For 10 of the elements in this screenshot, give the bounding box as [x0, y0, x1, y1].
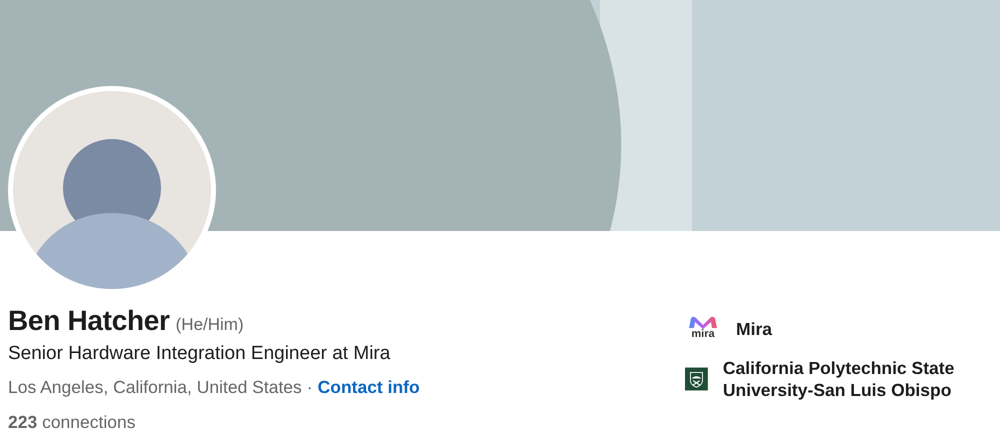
profile-name: Ben Hatcher	[8, 305, 170, 337]
affiliation-link[interactable]: California Polytechnic State University-San Luis Obispo	[722, 357, 976, 401]
separator: ·	[306, 377, 313, 398]
headline: Senior Hardware Integration Engineer at Mira	[8, 343, 392, 365]
company-logo: mira	[685, 315, 721, 343]
pronouns: (He/Him)	[176, 315, 244, 335]
affiliation-link[interactable]: Mira	[736, 318, 772, 340]
connections-count: 223 connections	[8, 412, 136, 433]
contact-info-link[interactable]: Contact info	[318, 377, 420, 398]
location: Los Angeles, California, United States	[8, 377, 302, 398]
